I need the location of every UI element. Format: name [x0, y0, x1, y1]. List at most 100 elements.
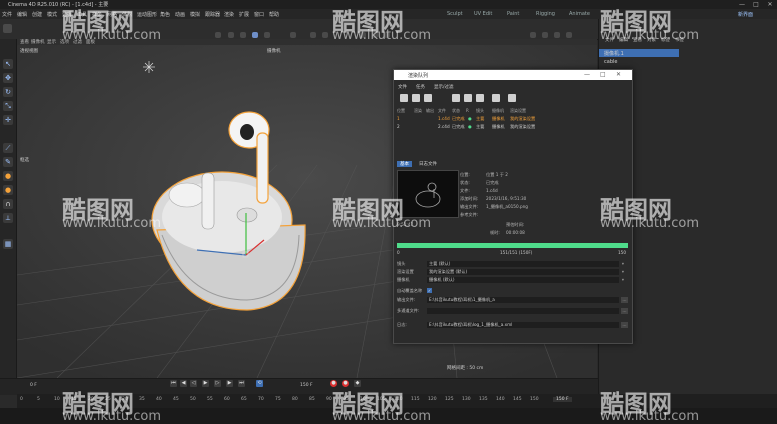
film-icon[interactable]: [464, 94, 472, 102]
camera-icon[interactable]: [554, 32, 560, 38]
model-mode-icon[interactable]: [215, 32, 221, 38]
browse-button[interactable]: …: [621, 322, 628, 328]
render-setting-field[interactable]: 渲染设置 我的渲染设置 (默认) ▾: [397, 269, 628, 276]
folder-icon[interactable]: [412, 94, 420, 102]
deformer-icon[interactable]: [530, 32, 536, 38]
workplane-icon[interactable]: ▦: [3, 239, 13, 249]
dialog-maximize-button[interactable]: □: [600, 71, 606, 78]
end-frame-field[interactable]: 150 F: [553, 397, 572, 402]
tab-uv-edit[interactable]: UV Edit: [474, 11, 492, 17]
browse-button[interactable]: …: [621, 308, 628, 314]
menu-animate[interactable]: 动画: [175, 11, 185, 18]
render-view-icon[interactable]: [310, 32, 316, 38]
menu-mograph[interactable]: 运动图形: [137, 11, 157, 18]
camera-field[interactable]: 摄像机 摄像机 (默认) ▾: [397, 277, 628, 284]
menu-help[interactable]: 帮助: [269, 11, 279, 18]
dialog-menu-display-filter[interactable]: 显示/过滤: [434, 84, 454, 90]
take-field[interactable]: 镜头 主要 (默认) ▾: [397, 261, 628, 268]
menu-extensions[interactable]: 扩展: [239, 11, 249, 18]
row-position: 2: [397, 124, 400, 129]
prev-key-icon[interactable]: ◀: [180, 380, 187, 387]
tab-animate[interactable]: Animate: [569, 11, 590, 17]
environment-icon[interactable]: [542, 32, 548, 38]
select-icon[interactable]: ↖: [3, 59, 13, 69]
ruler-tick: 85: [309, 397, 315, 402]
auto-name-checkbox[interactable]: ✓: [427, 288, 432, 293]
rotate-icon[interactable]: ↻: [3, 87, 13, 97]
menu-render[interactable]: 渲染: [224, 11, 234, 18]
menu-create[interactable]: 创建: [32, 11, 42, 18]
undo-icon[interactable]: [3, 24, 12, 33]
light-icon[interactable]: [566, 32, 572, 38]
object-row[interactable]: cable: [604, 59, 617, 67]
prev-frame-icon[interactable]: ◁: [190, 380, 197, 387]
auto-name-field[interactable]: 自动覆盖名称 ✓: [397, 288, 628, 295]
open-file-icon[interactable]: [400, 94, 408, 102]
ruler-tick: 50: [190, 397, 196, 402]
knife-icon[interactable]: ⟋: [3, 143, 13, 153]
multipass-file-field[interactable]: 多通道文件: …: [397, 308, 628, 315]
play-icon[interactable]: ▶: [202, 380, 209, 387]
next-frame-icon[interactable]: ▷: [214, 380, 221, 387]
loop-icon[interactable]: ⟲: [256, 380, 263, 387]
queue-row[interactable]: 1 1.c4d 已完成 ● 主要 摄像机 我的渲染设置: [396, 116, 630, 123]
menu-edit[interactable]: 编辑: [17, 11, 27, 18]
tab-paint[interactable]: Paint: [507, 11, 519, 17]
maximize-button[interactable]: □: [749, 0, 763, 9]
log-field[interactable]: 日志: E:\抖音ikutu教程\耳机\log_1_摄像机_a.xml …: [397, 322, 628, 329]
dialog-menu-file[interactable]: 文件: [398, 84, 407, 90]
snap-icon[interactable]: [290, 32, 296, 38]
poly-mode-icon[interactable]: [252, 32, 258, 38]
new-layout-button[interactable]: 新界面: [738, 11, 753, 18]
dialog-minimize-button[interactable]: —: [584, 71, 590, 78]
uv-mode-icon[interactable]: [264, 32, 270, 38]
image-icon[interactable]: [492, 94, 500, 102]
render-setting-value[interactable]: 我的渲染设置 (默认): [427, 269, 619, 275]
go-end-icon[interactable]: ⏭: [238, 380, 245, 387]
menu-window[interactable]: 窗口: [254, 11, 264, 18]
multipass-file-value[interactable]: [427, 308, 619, 314]
tab-rigging[interactable]: Rigging: [536, 11, 555, 17]
minimize-button[interactable]: —: [735, 0, 749, 9]
render-picture-icon[interactable]: [322, 32, 328, 38]
next-key-icon[interactable]: ▶: [226, 380, 233, 387]
camera-icon[interactable]: [452, 94, 460, 102]
queue-row[interactable]: 2 2.c4d 已完成 ● 主要 摄像机 我的渲染设置: [396, 124, 630, 131]
magnet-icon[interactable]: ∩: [3, 199, 13, 209]
camera-value[interactable]: 摄像机 (默认): [427, 277, 619, 283]
edge-mode-icon[interactable]: [240, 32, 246, 38]
menu-file[interactable]: 文件: [2, 11, 12, 18]
move-icon[interactable]: ✥: [3, 73, 13, 83]
queue-icon[interactable]: [508, 94, 516, 102]
camera-label: 摄像机: [397, 277, 410, 282]
transform-icon[interactable]: ✛: [3, 115, 13, 125]
dialog-close-button[interactable]: ✕: [616, 71, 621, 78]
polygon-pen-icon[interactable]: ✎: [3, 157, 13, 167]
frame-start-field[interactable]: 0 F: [30, 383, 37, 388]
dialog-menu-task[interactable]: 任务: [416, 84, 425, 90]
menu-character[interactable]: 角色: [160, 11, 170, 18]
object-row[interactable]: 摄像机.1: [604, 50, 624, 58]
browse-button[interactable]: …: [621, 297, 628, 303]
scale-icon[interactable]: ⤡: [3, 101, 13, 111]
menu-simulate[interactable]: 模拟: [190, 11, 200, 18]
output-file-value[interactable]: E:\抖音ikutu教程\耳机\1_摄像机_a: [427, 297, 619, 303]
take-value[interactable]: 主要 (默认): [427, 261, 619, 267]
point-mode-icon[interactable]: [228, 32, 234, 38]
measure-icon[interactable]: ⟂: [3, 213, 13, 223]
watermark-url: www.ikutu.com: [62, 409, 162, 424]
menu-tracker[interactable]: 跟踪器: [205, 11, 220, 18]
paint-icon[interactable]: ●: [3, 171, 13, 181]
brush-icon[interactable]: ●: [3, 185, 13, 195]
frame-end-field[interactable]: 150 F: [300, 383, 313, 388]
edit-icon[interactable]: [476, 94, 484, 102]
output-file-field[interactable]: 输出文件: E:\抖音ikutu教程\耳机\1_摄像机_a …: [397, 297, 628, 304]
go-start-icon[interactable]: ⏮: [170, 380, 177, 387]
menu-mode[interactable]: 模式: [47, 11, 57, 18]
close-button[interactable]: ✕: [763, 0, 777, 9]
tab-sculpt[interactable]: Sculpt: [447, 11, 463, 17]
document-icon[interactable]: [424, 94, 432, 102]
log-value[interactable]: E:\抖音ikutu教程\耳机\log_1_摄像机_a.xml: [427, 322, 619, 328]
tab-log-file[interactable]: 日志文件: [416, 161, 440, 167]
tab-basic[interactable]: 基本: [397, 161, 412, 167]
